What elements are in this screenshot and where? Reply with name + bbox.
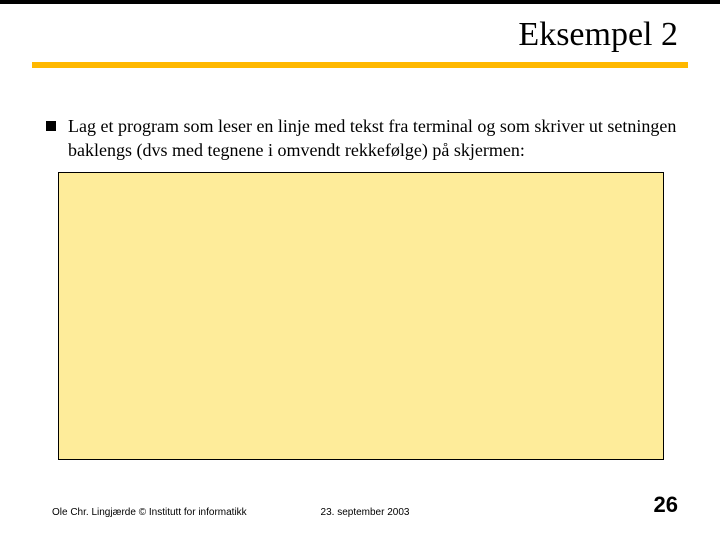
bullet-item: Lag et program som leser en linje med te…: [46, 114, 678, 163]
code-box: [58, 172, 664, 460]
slide-title: Eksempel 2: [518, 16, 678, 54]
bullet-square-icon: [46, 121, 56, 131]
footer-date: 23. september 2003: [321, 507, 410, 518]
footer-author: Ole Chr. Lingjærde © Institutt for infor…: [52, 507, 247, 518]
top-border: [0, 0, 720, 4]
title-underline: [32, 62, 688, 68]
footer: Ole Chr. Lingjærde © Institutt for infor…: [52, 492, 678, 518]
bullet-text: Lag et program som leser en linje med te…: [68, 114, 678, 163]
page-number: 26: [654, 492, 678, 518]
